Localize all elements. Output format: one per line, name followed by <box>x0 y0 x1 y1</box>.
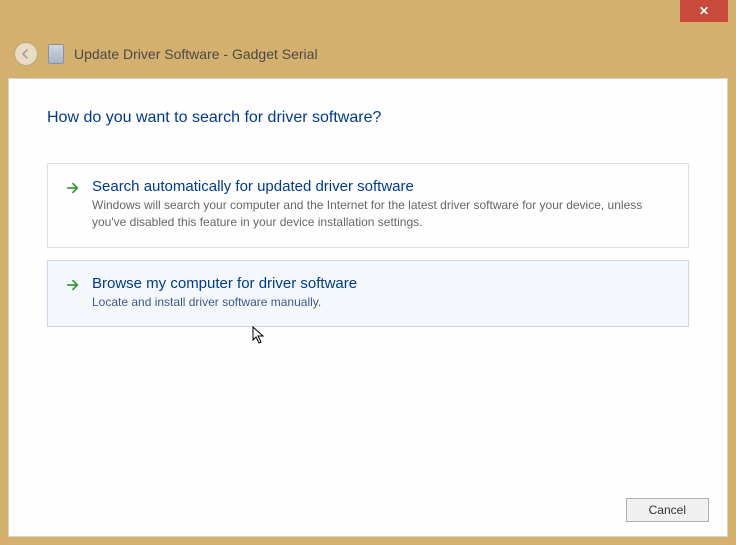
option-content: Search automatically for updated driver … <box>92 178 670 231</box>
window-title: Update Driver Software - Gadget Serial <box>74 46 318 62</box>
close-icon: ✕ <box>699 4 709 18</box>
device-icon <box>48 44 64 64</box>
option-title: Search automatically for updated driver … <box>92 178 670 195</box>
option-search-automatically[interactable]: Search automatically for updated driver … <box>47 163 689 248</box>
window-frame: ✕ Update Driver Software - Gadget Serial… <box>0 0 736 545</box>
back-button[interactable] <box>14 42 38 66</box>
option-description: Windows will search your computer and th… <box>92 197 670 231</box>
arrow-right-icon <box>66 278 80 297</box>
back-arrow-icon <box>20 48 32 60</box>
button-bar: Cancel <box>626 498 709 522</box>
option-browse-computer[interactable]: Browse my computer for driver software L… <box>47 260 689 328</box>
option-title: Browse my computer for driver software <box>92 275 670 292</box>
cancel-button[interactable]: Cancel <box>626 498 709 522</box>
close-button[interactable]: ✕ <box>680 0 728 22</box>
page-heading: How do you want to search for driver sof… <box>47 109 689 127</box>
dialog-body: How do you want to search for driver sof… <box>8 78 728 537</box>
header-bar: Update Driver Software - Gadget Serial <box>14 36 728 72</box>
option-description: Locate and install driver software manua… <box>92 294 670 311</box>
arrow-right-icon <box>66 181 80 200</box>
option-content: Browse my computer for driver software L… <box>92 275 670 311</box>
